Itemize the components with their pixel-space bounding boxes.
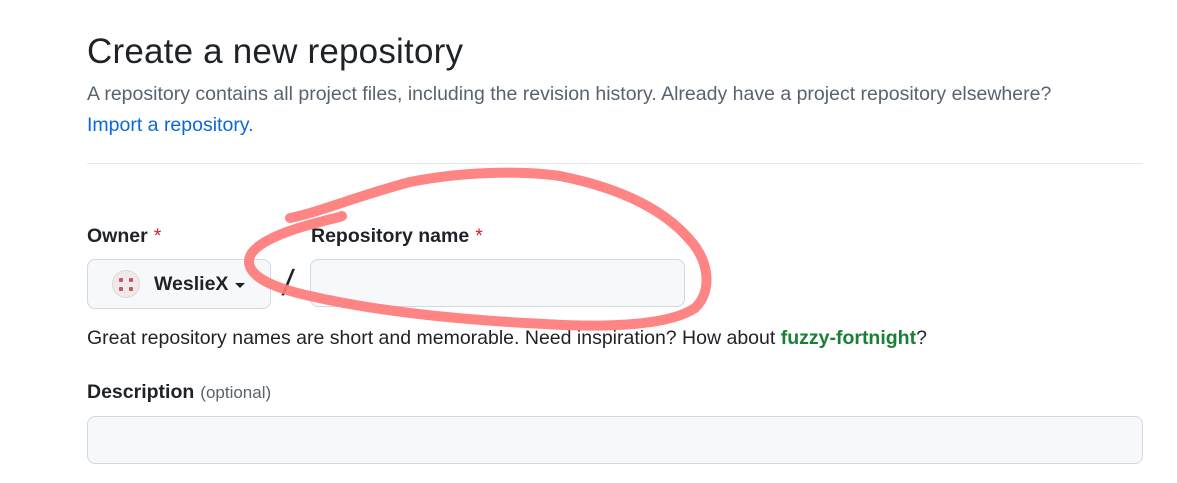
import-repository-link[interactable]: Import a repository.: [87, 114, 254, 137]
owner-repo-separator: /: [280, 262, 296, 303]
hint-suffix: ?: [916, 327, 927, 349]
owner-name: WeslieX: [154, 272, 229, 295]
owner-dropdown-button[interactable]: WeslieX: [87, 259, 271, 309]
name-suggestion[interactable]: fuzzy-fortnight: [781, 327, 916, 349]
description-input[interactable]: [87, 416, 1143, 464]
caret-down-icon: [235, 282, 246, 288]
repository-name-required-mark: *: [475, 225, 483, 247]
repository-name-hint: Great repository names are short and mem…: [87, 327, 927, 350]
hint-text: Great repository names are short and mem…: [87, 327, 781, 349]
identicon-icon: [112, 270, 140, 298]
description-label: Description (optional): [87, 381, 271, 404]
section-divider: [87, 163, 1143, 164]
repository-name-input[interactable]: [310, 259, 685, 307]
owner-label-text: Owner: [87, 225, 148, 247]
description-label-text: Description: [87, 381, 195, 403]
page-title: Create a new repository: [87, 32, 464, 71]
repository-name-label: Repository name *: [311, 225, 483, 248]
page-subtitle: A repository contains all project files,…: [87, 83, 1052, 105]
owner-required-mark: *: [153, 225, 162, 247]
red-ellipse-annotation: [244, 167, 712, 331]
description-optional-note: (optional): [200, 383, 272, 402]
owner-label: Owner *: [87, 225, 161, 248]
repository-name-label-text: Repository name: [311, 225, 470, 247]
